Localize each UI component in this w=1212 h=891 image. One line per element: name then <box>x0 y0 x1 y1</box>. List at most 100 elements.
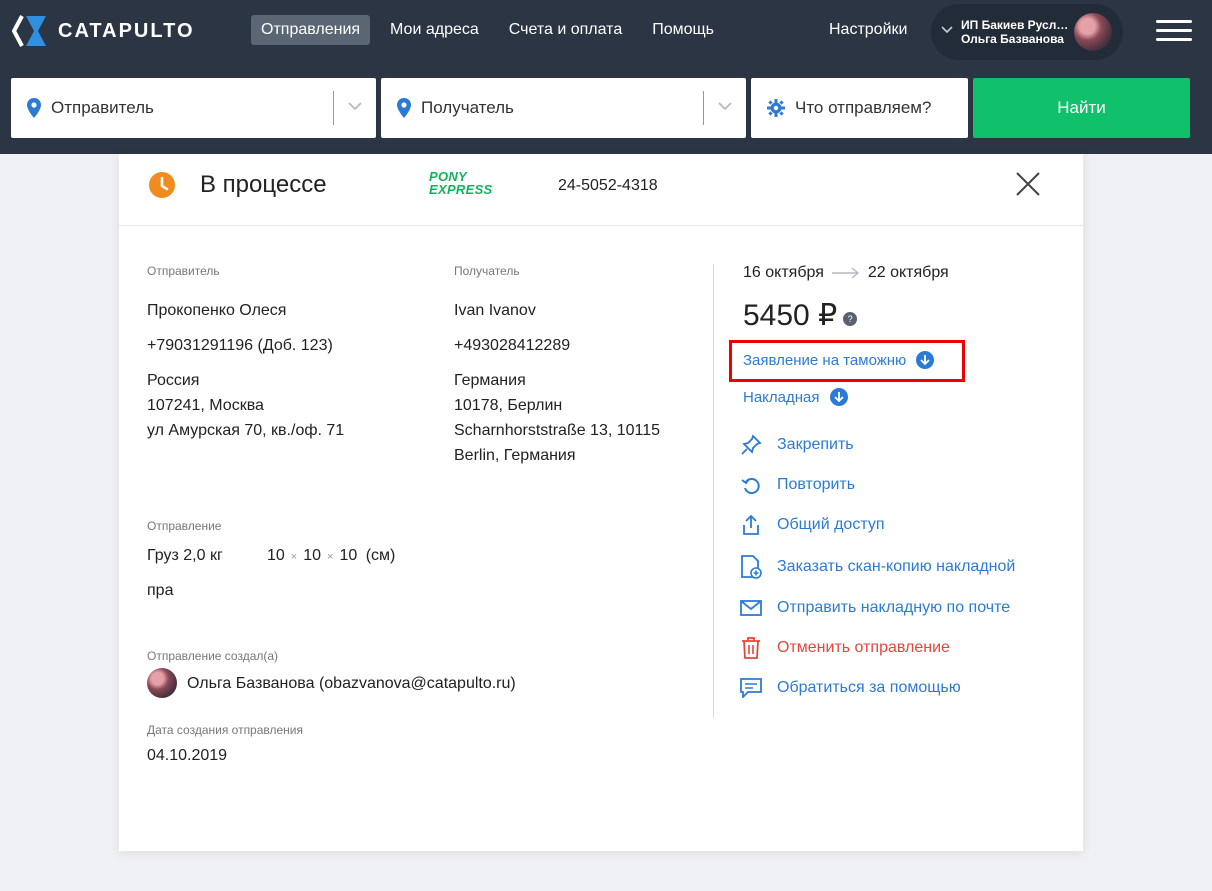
nav-help[interactable]: Помощь <box>642 15 724 45</box>
trash-icon <box>742 637 760 659</box>
avatar <box>1074 13 1112 51</box>
date-to: 22 октября <box>867 264 949 281</box>
shipment-detail-card: В процессе PONY EXPRESS 24-5052-4318 Отп… <box>119 154 1083 851</box>
recipient-street: Scharnhorststraße 13, 10115 <box>454 422 661 439</box>
parcel-dimensions: 10 × 10 × 10 (см) <box>267 547 396 564</box>
share-icon <box>743 514 759 535</box>
main-nav: Отправления Мои адреса Счета и оплата По… <box>251 15 734 45</box>
close-icon[interactable] <box>1015 171 1041 197</box>
dim-unit: (см) <box>365 547 396 564</box>
recipient-select[interactable]: Получатель <box>381 78 746 138</box>
find-button[interactable]: Найти <box>973 78 1190 138</box>
cancel-shipment-action[interactable]: Отменить отправление <box>739 636 950 660</box>
cancel-shipment-label: Отменить отправление <box>777 639 950 656</box>
price: 5450 ₽ ? <box>743 298 858 333</box>
sender-city: 107241, Москва <box>147 397 264 414</box>
delivery-dates: 16 октября 22 октября <box>743 264 949 282</box>
nav-my-addresses[interactable]: Мои адреса <box>380 15 489 45</box>
email-waybill-action[interactable]: Отправить накладную по почте <box>739 596 1010 620</box>
contact-support-label: Обратиться за помощью <box>777 679 961 696</box>
arrow-right-icon <box>831 267 859 279</box>
repeat-action[interactable]: Повторить <box>739 473 855 497</box>
document-add-icon <box>741 555 762 579</box>
recipient-city: 10178, Берлин <box>454 397 563 414</box>
location-pin-icon <box>397 98 411 118</box>
sender-placeholder: Отправитель <box>51 98 154 117</box>
location-pin-icon <box>27 98 41 118</box>
parcel-weight: Груз 2,0 кг <box>147 547 223 564</box>
catapulto-logo-icon <box>12 15 46 47</box>
hamburger-menu-icon[interactable] <box>1156 20 1192 42</box>
pin-label: Закрепить <box>777 436 854 453</box>
recipient-city2: Berlin, Германия <box>454 447 576 464</box>
waybill-label: Накладная <box>743 388 820 406</box>
contact-support-action[interactable]: Обратиться за помощью <box>739 676 961 700</box>
recipient-name: Ivan Ivanov <box>454 302 536 319</box>
created-date-value: 04.10.2019 <box>147 747 228 764</box>
chevron-down-icon[interactable] <box>348 102 362 111</box>
top-navigation-bar: CATAPULTO Отправления Мои адреса Счета и… <box>0 0 1212 62</box>
order-scan-label: Заказать скан-копию накладной <box>777 558 1016 575</box>
dim-length: 10 <box>267 547 285 564</box>
share-action[interactable]: Общий доступ <box>739 513 885 537</box>
user-menu[interactable]: ИП Бакиев Русла... Ольга Базванова <box>931 4 1123 60</box>
envelope-icon <box>740 600 762 616</box>
user-company: ИП Бакиев Русла... <box>961 18 1071 32</box>
search-bar: Отправитель Получатель Что отправляем? Н… <box>0 62 1212 154</box>
price-value: 5450 ₽ <box>743 299 838 332</box>
status-badge: В процессе <box>200 171 327 198</box>
sender-street: ул Амурская 70, кв./оф. 71 <box>147 422 345 439</box>
repeat-icon <box>741 478 760 495</box>
column-divider <box>713 264 714 718</box>
share-label: Общий доступ <box>777 516 885 533</box>
parcel-select[interactable]: Что отправляем? <box>751 78 968 138</box>
sender-caption: Отправитель <box>147 264 220 278</box>
carrier-logo: PONY EXPRESS <box>429 170 493 196</box>
download-icon <box>829 388 848 406</box>
email-waybill-label: Отправить накладную по почте <box>777 599 1011 616</box>
avatar <box>147 668 177 698</box>
dim-width: 10 <box>303 547 322 564</box>
customs-declaration-link[interactable]: Заявление на таможню <box>743 351 935 369</box>
clock-icon <box>149 172 175 198</box>
nav-billing[interactable]: Счета и оплата <box>499 15 632 45</box>
card-header: В процессе PONY EXPRESS 24-5052-4318 <box>119 154 1083 226</box>
settings-link[interactable]: Настройки <box>829 21 907 39</box>
parcel-note: пра <box>147 582 174 599</box>
waybill-link[interactable]: Накладная <box>743 388 848 406</box>
sender-country: Россия <box>147 372 200 389</box>
repeat-label: Повторить <box>777 476 856 493</box>
recipient-placeholder: Получатель <box>421 98 514 117</box>
chat-icon <box>740 678 762 698</box>
sender-select[interactable]: Отправитель <box>11 78 376 138</box>
tracking-number[interactable]: 24-5052-4318 <box>558 177 658 195</box>
pin-action[interactable]: Закрепить <box>739 433 854 457</box>
gear-icon <box>767 99 785 117</box>
user-name: Ольга Базванова <box>961 32 1064 46</box>
pin-icon <box>741 434 762 455</box>
recipient-phone: +493028412289 <box>454 337 571 354</box>
chevron-down-icon <box>941 26 953 34</box>
divider <box>703 91 704 125</box>
nav-shipments[interactable]: Отправления <box>251 15 371 45</box>
created-date-caption: Дата создания отправления <box>147 723 304 737</box>
sender-name: Прокопенко Олеся <box>147 302 287 319</box>
recipient-caption: Получатель <box>454 264 520 278</box>
sender-phone: +79031291196 (Доб. 123) <box>147 337 333 354</box>
order-scan-action[interactable]: Заказать скан-копию накладной <box>739 555 1015 579</box>
download-icon <box>916 351 935 369</box>
created-by-value: Ольга Базванова (obazvanova@catapulto.ru… <box>187 675 516 692</box>
created-by-caption: Отправление создал(а) <box>147 649 279 663</box>
date-from: 16 октября <box>743 264 824 281</box>
customs-declaration-label: Заявление на таможню <box>743 351 907 369</box>
recipient-country: Германия <box>454 372 526 389</box>
catapulto-logo[interactable]: CATAPULTO <box>12 14 195 48</box>
parcel-caption: Отправление <box>147 519 222 533</box>
carrier-logo-line2: EXPRESS <box>429 182 493 197</box>
parcel-placeholder: Что отправляем? <box>795 98 932 117</box>
help-icon[interactable]: ? <box>843 311 858 326</box>
dim-height: 10 <box>339 547 358 564</box>
chevron-down-icon[interactable] <box>718 102 732 111</box>
brand-name: CATAPULTO <box>58 19 195 42</box>
divider <box>333 91 334 125</box>
